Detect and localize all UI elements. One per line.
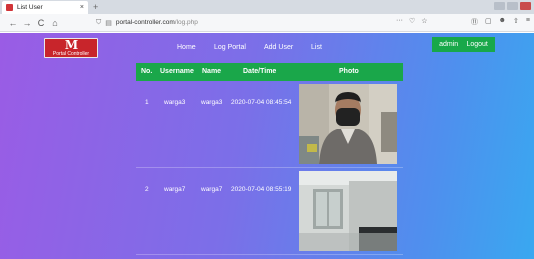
header-username: Username xyxy=(160,68,194,75)
header-no: No. xyxy=(141,68,153,75)
row-name: warga7 xyxy=(201,186,223,193)
header-datetime: Date/Time xyxy=(243,68,277,75)
account-icon[interactable]: ☻ xyxy=(499,17,506,27)
bookmark-star-icon[interactable]: ☆ xyxy=(421,17,427,25)
username-label[interactable]: admin xyxy=(439,41,458,48)
browser-toolbar: ⑪ ▢ ☻ ⇧ ≡ xyxy=(471,17,530,27)
url-text: portal-controller.com/log.php xyxy=(116,19,198,26)
row-datetime: 2020-07-04 08:45:54 xyxy=(231,99,292,106)
sidebar-icon[interactable]: ▢ xyxy=(485,17,492,27)
new-tab-button[interactable]: + xyxy=(93,2,98,12)
log-table: No. Username Name Date/Time Photo 1 warg… xyxy=(136,63,403,255)
url-bar[interactable]: ⛉ ▤ portal-controller.com/log.php xyxy=(96,16,412,29)
person-masked-photo xyxy=(299,84,397,164)
row-no: 1 xyxy=(145,99,149,106)
minimize-button[interactable] xyxy=(494,2,505,10)
site-favicon-icon xyxy=(6,4,13,11)
browser-nav-bar: ← → C ⌂ ⛉ ▤ portal-controller.com/log.ph… xyxy=(0,14,534,32)
user-photo xyxy=(299,171,397,251)
row-name: warga3 xyxy=(201,99,223,106)
browser-tab-strip: List User × + xyxy=(0,0,534,14)
library-icon[interactable]: ⑪ xyxy=(471,17,478,27)
user-box: admin Logout xyxy=(432,37,495,52)
row-datetime: 2020-07-04 08:55:19 xyxy=(231,186,292,193)
window-controls xyxy=(494,2,531,10)
tab-close-icon[interactable]: × xyxy=(80,4,84,11)
url-bar-actions: ··· ♡ ☆ xyxy=(396,17,428,25)
page-actions-icon[interactable]: ··· xyxy=(396,17,403,25)
user-photo xyxy=(299,84,397,164)
menu-home-link[interactable]: Home xyxy=(177,44,196,51)
table-row: 2 warga7 warga7 2020-07-04 08:55:19 xyxy=(136,168,403,255)
extensions-icon[interactable]: ⇧ xyxy=(513,17,519,27)
url-domain: portal-controller.com xyxy=(115,19,175,26)
row-username: warga7 xyxy=(164,186,186,193)
row-no: 2 xyxy=(145,186,149,193)
close-window-button[interactable] xyxy=(520,2,531,10)
menu-icon[interactable]: ≡ xyxy=(526,17,530,27)
menu-list-link[interactable]: List xyxy=(311,44,322,51)
menu-add-user-link[interactable]: Add User xyxy=(264,44,293,51)
forward-icon[interactable]: → xyxy=(20,18,34,28)
header-photo: Photo xyxy=(339,68,359,75)
reload-icon[interactable]: C xyxy=(34,18,48,28)
table-header: No. Username Name Date/Time Photo xyxy=(136,63,403,81)
menu-log-portal-link[interactable]: Log Portal xyxy=(214,44,246,51)
portal-controller-logo[interactable]: M Portal Controller xyxy=(44,38,98,58)
logo-mark: M xyxy=(64,37,78,52)
row-username: warga3 xyxy=(164,99,186,106)
header-name: Name xyxy=(202,68,222,75)
url-path: /log.php xyxy=(174,19,198,26)
logo-text: Portal Controller xyxy=(52,50,90,57)
shield-icon[interactable]: ⛉ xyxy=(96,19,101,27)
table-row: 1 warga3 warga3 2020-07-04 08:45:54 xyxy=(136,81,403,168)
page-info-icon[interactable]: ▤ xyxy=(105,19,112,27)
back-icon[interactable]: ← xyxy=(6,18,20,28)
tab-title: List User xyxy=(17,4,43,11)
home-icon[interactable]: ⌂ xyxy=(48,18,62,28)
browser-tab[interactable]: List User × xyxy=(2,1,88,14)
logout-link[interactable]: Logout xyxy=(466,41,487,48)
empty-room-photo xyxy=(299,171,397,251)
pocket-icon[interactable]: ♡ xyxy=(409,17,415,25)
maximize-button[interactable] xyxy=(507,2,518,10)
page-content: M Portal Controller Home Log Portal Add … xyxy=(0,33,534,259)
